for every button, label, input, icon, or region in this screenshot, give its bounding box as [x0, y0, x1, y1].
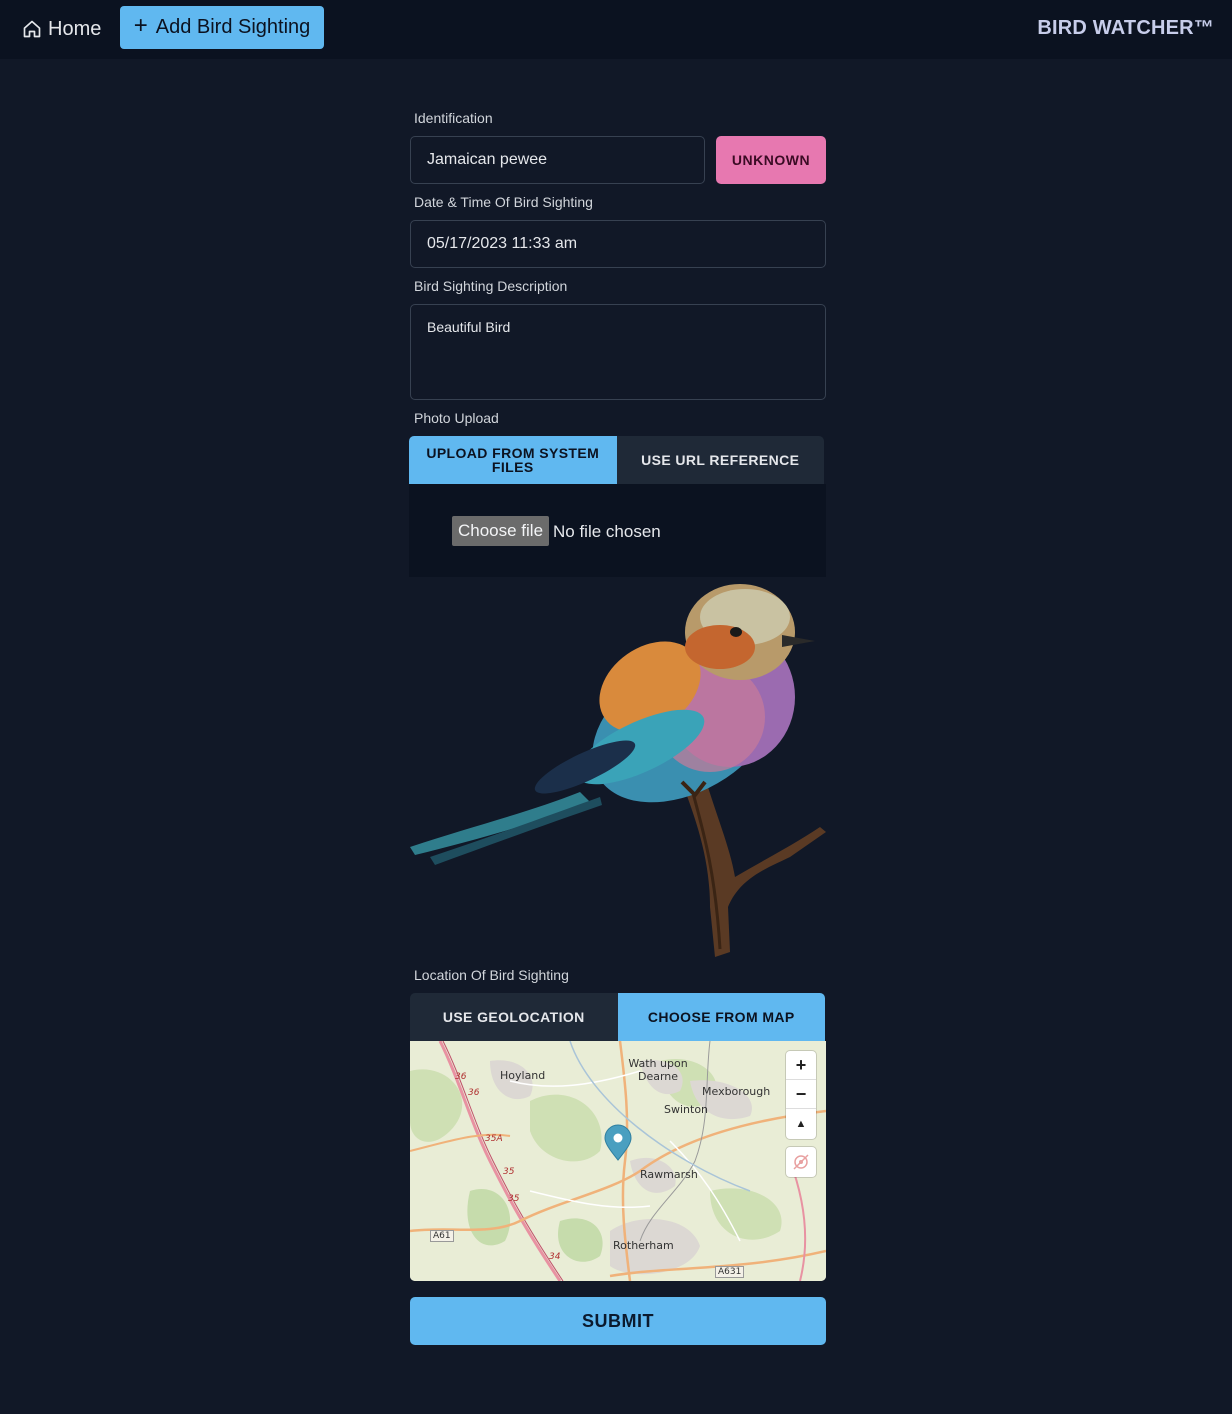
map-road-a61: A61	[430, 1230, 454, 1242]
identification-input[interactable]: Jamaican pewee	[410, 136, 705, 184]
no-file-chosen-text: No file chosen	[553, 522, 661, 541]
map-label-swinton: Swinton	[664, 1103, 709, 1116]
tab-upload-from-system-files[interactable]: UPLOAD FROM SYSTEM FILES	[409, 436, 617, 484]
map-label-wath-upon-dearne: Wath upon Dearne	[628, 1057, 688, 1083]
compass-icon[interactable]: ▲	[786, 1109, 816, 1138]
geolocate-button[interactable]	[786, 1147, 816, 1177]
map-road-35b: 35	[508, 1194, 520, 1204]
datetime-label: Date & Time Of Bird Sighting	[414, 194, 593, 210]
map-label-rawmarsh: Rawmarsh	[640, 1168, 698, 1181]
photo-upload-label: Photo Upload	[414, 410, 499, 426]
navbar: Home + Add Bird Sighting BIRD WATCHER™	[0, 0, 1232, 59]
description-textarea[interactable]: Beautiful Bird	[410, 304, 826, 400]
unknown-button[interactable]: UNKNOWN	[716, 136, 826, 184]
location-tabs: USE GEOLOCATION CHOOSE FROM MAP	[410, 993, 825, 1041]
choose-file-button[interactable]: Choose file	[452, 516, 549, 546]
map-road-35a2: 35	[503, 1167, 515, 1177]
map-label-hoyland: Hoyland	[500, 1069, 546, 1082]
brand-logo: BIRD WATCHER™	[1037, 17, 1214, 39]
zoom-out-button[interactable]: −	[786, 1080, 816, 1109]
photo-upload-tabs: UPLOAD FROM SYSTEM FILES USE URL REFEREN…	[409, 436, 824, 484]
datetime-input[interactable]: 05/17/2023 11:33 am	[410, 220, 826, 268]
location-map[interactable]: Hoyland Wath upon Dearne Mexborough Swin…	[410, 1041, 826, 1281]
map-label-mexborough: Mexborough	[702, 1085, 771, 1098]
plus-icon: +	[133, 12, 148, 39]
map-road-a631: A631	[715, 1266, 745, 1278]
description-label: Bird Sighting Description	[414, 278, 568, 294]
home-link[interactable]: Home	[22, 14, 101, 44]
tab-choose-from-map[interactable]: CHOOSE FROM MAP	[617, 993, 825, 1041]
location-label: Location Of Bird Sighting	[414, 967, 569, 983]
file-upload-panel: Choose file No file chosen	[409, 484, 826, 577]
map-road-35a: 35A	[485, 1134, 503, 1144]
tab-use-geolocation[interactable]: USE GEOLOCATION	[410, 993, 618, 1041]
map-road-34: 34	[549, 1252, 561, 1262]
bird-photo	[410, 584, 826, 957]
map-road-36b: 36	[468, 1088, 480, 1098]
zoom-in-button[interactable]: +	[786, 1051, 816, 1080]
map-label-rotherham: Rotherham	[613, 1239, 674, 1252]
add-bird-sighting-button[interactable]: + Add Bird Sighting	[120, 6, 324, 49]
submit-button[interactable]: SUBMIT	[410, 1297, 826, 1345]
home-label: Home	[48, 17, 102, 40]
map-road-36a: 36	[455, 1072, 467, 1082]
geolocate-off-icon	[793, 1154, 809, 1170]
map-zoom-controls: + − ▲	[786, 1051, 816, 1139]
add-bird-sighting-label: Add Bird Sighting	[155, 16, 311, 38]
identification-label: Identification	[414, 110, 493, 126]
home-icon	[23, 20, 41, 38]
tab-use-url-reference[interactable]: USE URL REFERENCE	[616, 436, 824, 484]
